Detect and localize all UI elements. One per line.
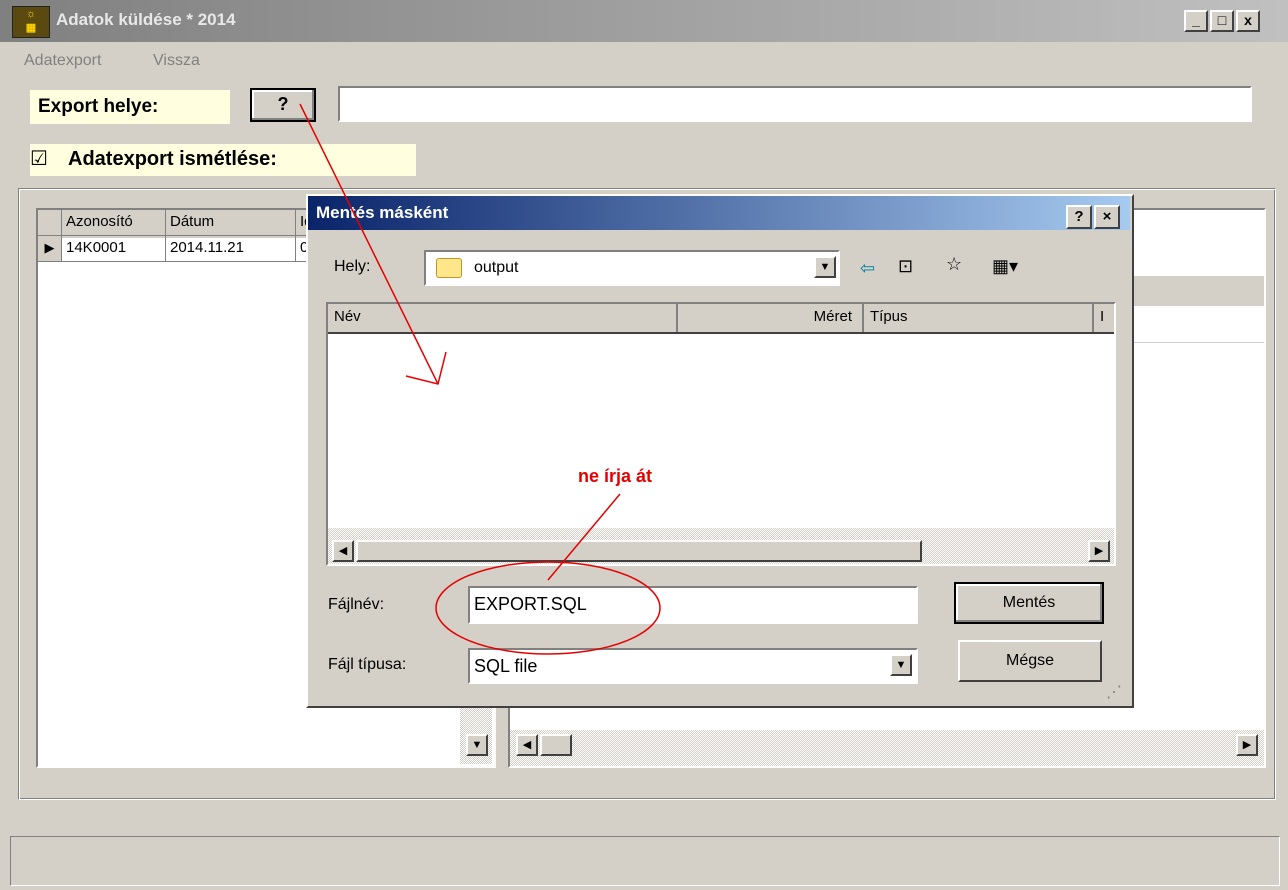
annotation-overlay xyxy=(299,103,661,655)
annotation-ellipse xyxy=(435,561,661,655)
annotation-arrow-line xyxy=(299,103,439,385)
annotation-pointer-line xyxy=(547,493,621,581)
annotation-arrowhead xyxy=(405,351,447,385)
